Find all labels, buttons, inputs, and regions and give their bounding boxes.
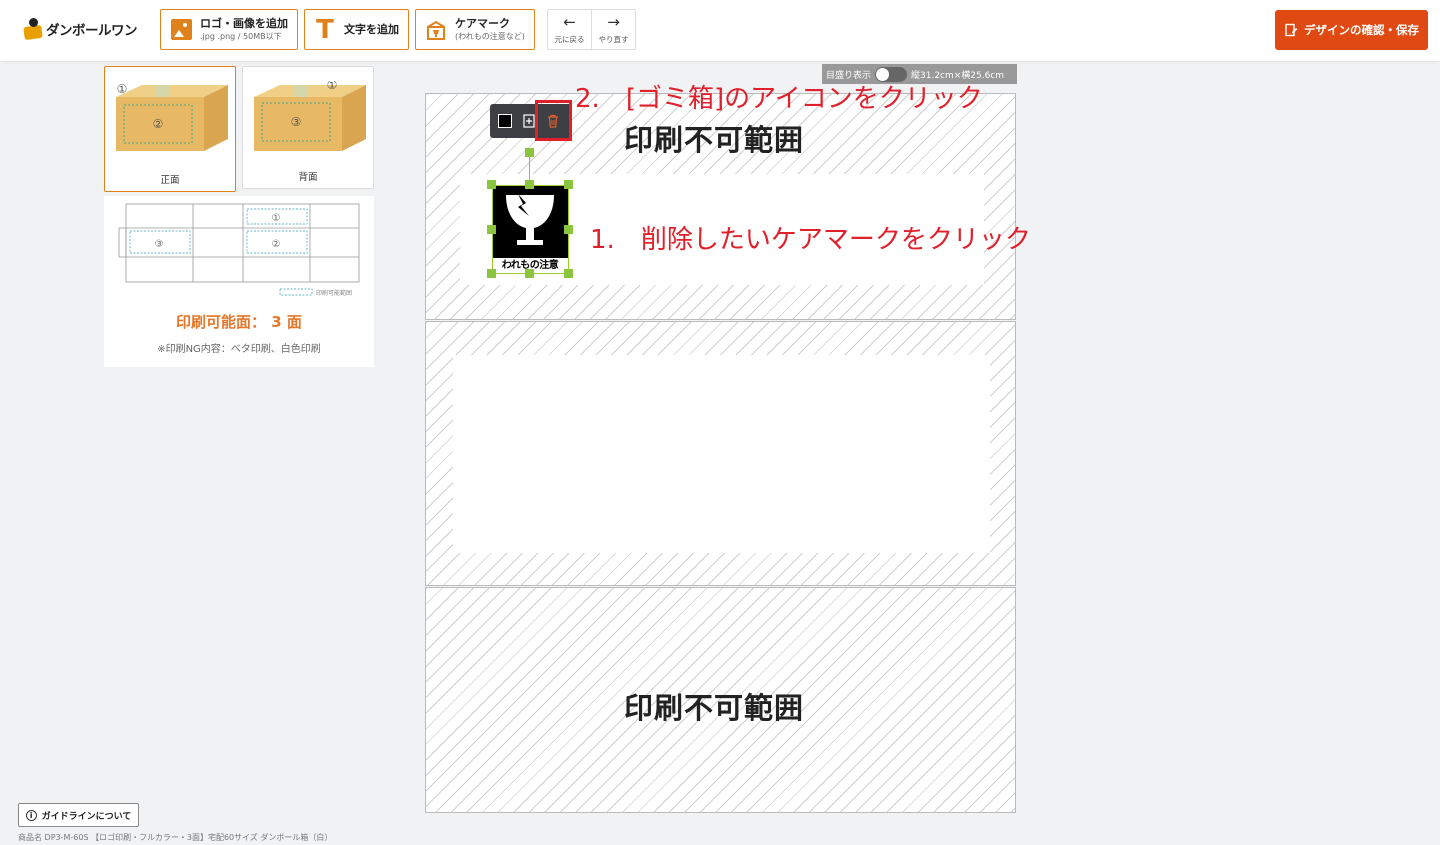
resize-handle-bottom[interactable] — [525, 269, 534, 278]
resize-handle-left[interactable] — [487, 225, 496, 234]
nonprint-area-label-bottom: 印刷不可範囲 — [624, 691, 805, 725]
guideline-label: ガイドラインについて — [41, 811, 132, 822]
app-header: ダンボールワン ロゴ・画像を追加 .jpg .png / 50MB以下 T 文字… — [0, 0, 1440, 61]
text-t-icon: T — [316, 14, 334, 45]
care-mark-sub: (われもの注意など) — [455, 32, 525, 42]
ruler-toggle-switch[interactable] — [875, 66, 908, 82]
printable-faces-count: 印刷可能面： 3 面 — [176, 313, 302, 331]
add-logo-sub: .jpg .png / 50MB以下 — [200, 32, 282, 42]
box-number-2: ② — [153, 117, 164, 131]
ruler-toggle-label: 目盛り表示 — [826, 70, 872, 81]
logo-text: ダンボールワン — [46, 23, 138, 39]
arrow-right-icon: → — [607, 12, 620, 31]
redo-button[interactable]: → やり直す — [591, 10, 635, 49]
undo-button[interactable]: ← 元に戻る — [548, 10, 591, 49]
document-edit-icon — [1285, 23, 1298, 37]
cardboard-box-front-illustration: ② ① — [116, 82, 228, 151]
resize-handle-top-left[interactable] — [487, 180, 496, 189]
selection-frame — [492, 185, 569, 274]
step-1-text: 削除したいケアマークをクリック — [640, 225, 1031, 255]
box-net-svg: ① ③ ② 印刷可能範囲 — [118, 203, 360, 297]
duplicate-icon — [523, 114, 535, 128]
face-tab-front[interactable]: ② ① 正面 — [104, 66, 236, 192]
save-label: デザインの確認・保存 — [1304, 23, 1419, 37]
canvas-dimensions: 縦31.2cm×横25.6cm — [911, 70, 1005, 81]
face-back-label: 背面 — [298, 172, 318, 183]
nonprint-area-label-top: 印刷不可範囲 — [624, 123, 805, 157]
diagram-number-1: ① — [272, 213, 281, 224]
resize-handle-bottom-right[interactable] — [564, 269, 573, 278]
resize-handle-top-right[interactable] — [564, 180, 573, 189]
add-care-mark-button[interactable]: ケアマーク (われもの注意など) — [415, 9, 535, 50]
resize-handle-bottom-left[interactable] — [487, 269, 496, 278]
canvas-panel-bottom: 印刷不可範囲 — [425, 587, 1016, 813]
face-front-label: 正面 — [160, 175, 180, 186]
box-net-diagram: ① ③ ② 印刷可能範囲 印刷可能面： 3 面 ※印刷NG内容：ベタ印刷、白色印… — [104, 196, 374, 367]
color-swatch-icon — [498, 114, 512, 128]
add-logo-image-button[interactable]: ロゴ・画像を追加 .jpg .png / 50MB以下 — [160, 9, 298, 50]
fragile-box-icon — [427, 20, 445, 40]
care-mark-label: ケアマーク — [455, 17, 510, 31]
trash-highlight-box — [535, 100, 572, 141]
history-controls: ← 元に戻る → やり直す — [547, 9, 636, 50]
step-2-number: 2. — [575, 84, 600, 114]
redo-label: やり直す — [598, 34, 629, 44]
step-2-text: [ゴミ箱]のアイコンをクリック — [625, 84, 983, 114]
canvas-panel-middle — [425, 321, 1016, 586]
info-icon: i — [25, 809, 37, 821]
arrow-left-icon: ← — [563, 12, 576, 31]
image-icon — [170, 19, 192, 40]
diagram-number-3: ③ — [155, 239, 164, 250]
cardboard-box-back-illustration: ③ ① — [254, 81, 366, 151]
print-area-legend: 印刷可能範囲 — [316, 289, 352, 297]
ruler-bar: 目盛り表示 縦31.2cm×横25.6cm — [822, 64, 1017, 84]
instruction-step-1: 1. 削除したいケアマークをクリック — [590, 227, 1031, 253]
printable-area-middle[interactable] — [453, 355, 990, 553]
diagram-number-2: ② — [272, 239, 281, 250]
rotate-handle[interactable] — [525, 148, 534, 157]
brand-logo[interactable]: ダンボールワン — [23, 18, 138, 41]
add-text-button[interactable]: T 文字を追加 — [304, 9, 409, 50]
logo-mark-icon — [23, 18, 43, 41]
add-logo-label: ロゴ・画像を追加 — [200, 17, 288, 31]
face-tab-back[interactable]: ③ ① 背面 — [242, 66, 374, 189]
instruction-step-2: 2. [ゴミ箱]のアイコンをクリック — [575, 86, 983, 112]
undo-label: 元に戻る — [554, 34, 585, 44]
add-text-label: 文字を追加 — [344, 22, 399, 36]
box-number-1: ① — [117, 82, 128, 96]
print-ng-note: ※印刷NG内容：ベタ印刷、白色印刷 — [157, 344, 321, 355]
resize-handle-top[interactable] — [525, 180, 534, 189]
confirm-save-design-button[interactable]: デザインの確認・保存 — [1275, 10, 1428, 50]
step-1-number: 1. — [590, 225, 615, 255]
box-number-1: ① — [327, 81, 338, 92]
guideline-button[interactable]: i ガイドラインについて — [18, 803, 139, 827]
product-name: 商品名 DP3-M-60S 【ロゴ印刷・フルカラー・3面】宅配60サイズ ダンボ… — [18, 833, 333, 842]
resize-handle-right[interactable] — [564, 225, 573, 234]
box-number-3: ③ — [291, 115, 302, 129]
color-button[interactable] — [493, 106, 517, 136]
